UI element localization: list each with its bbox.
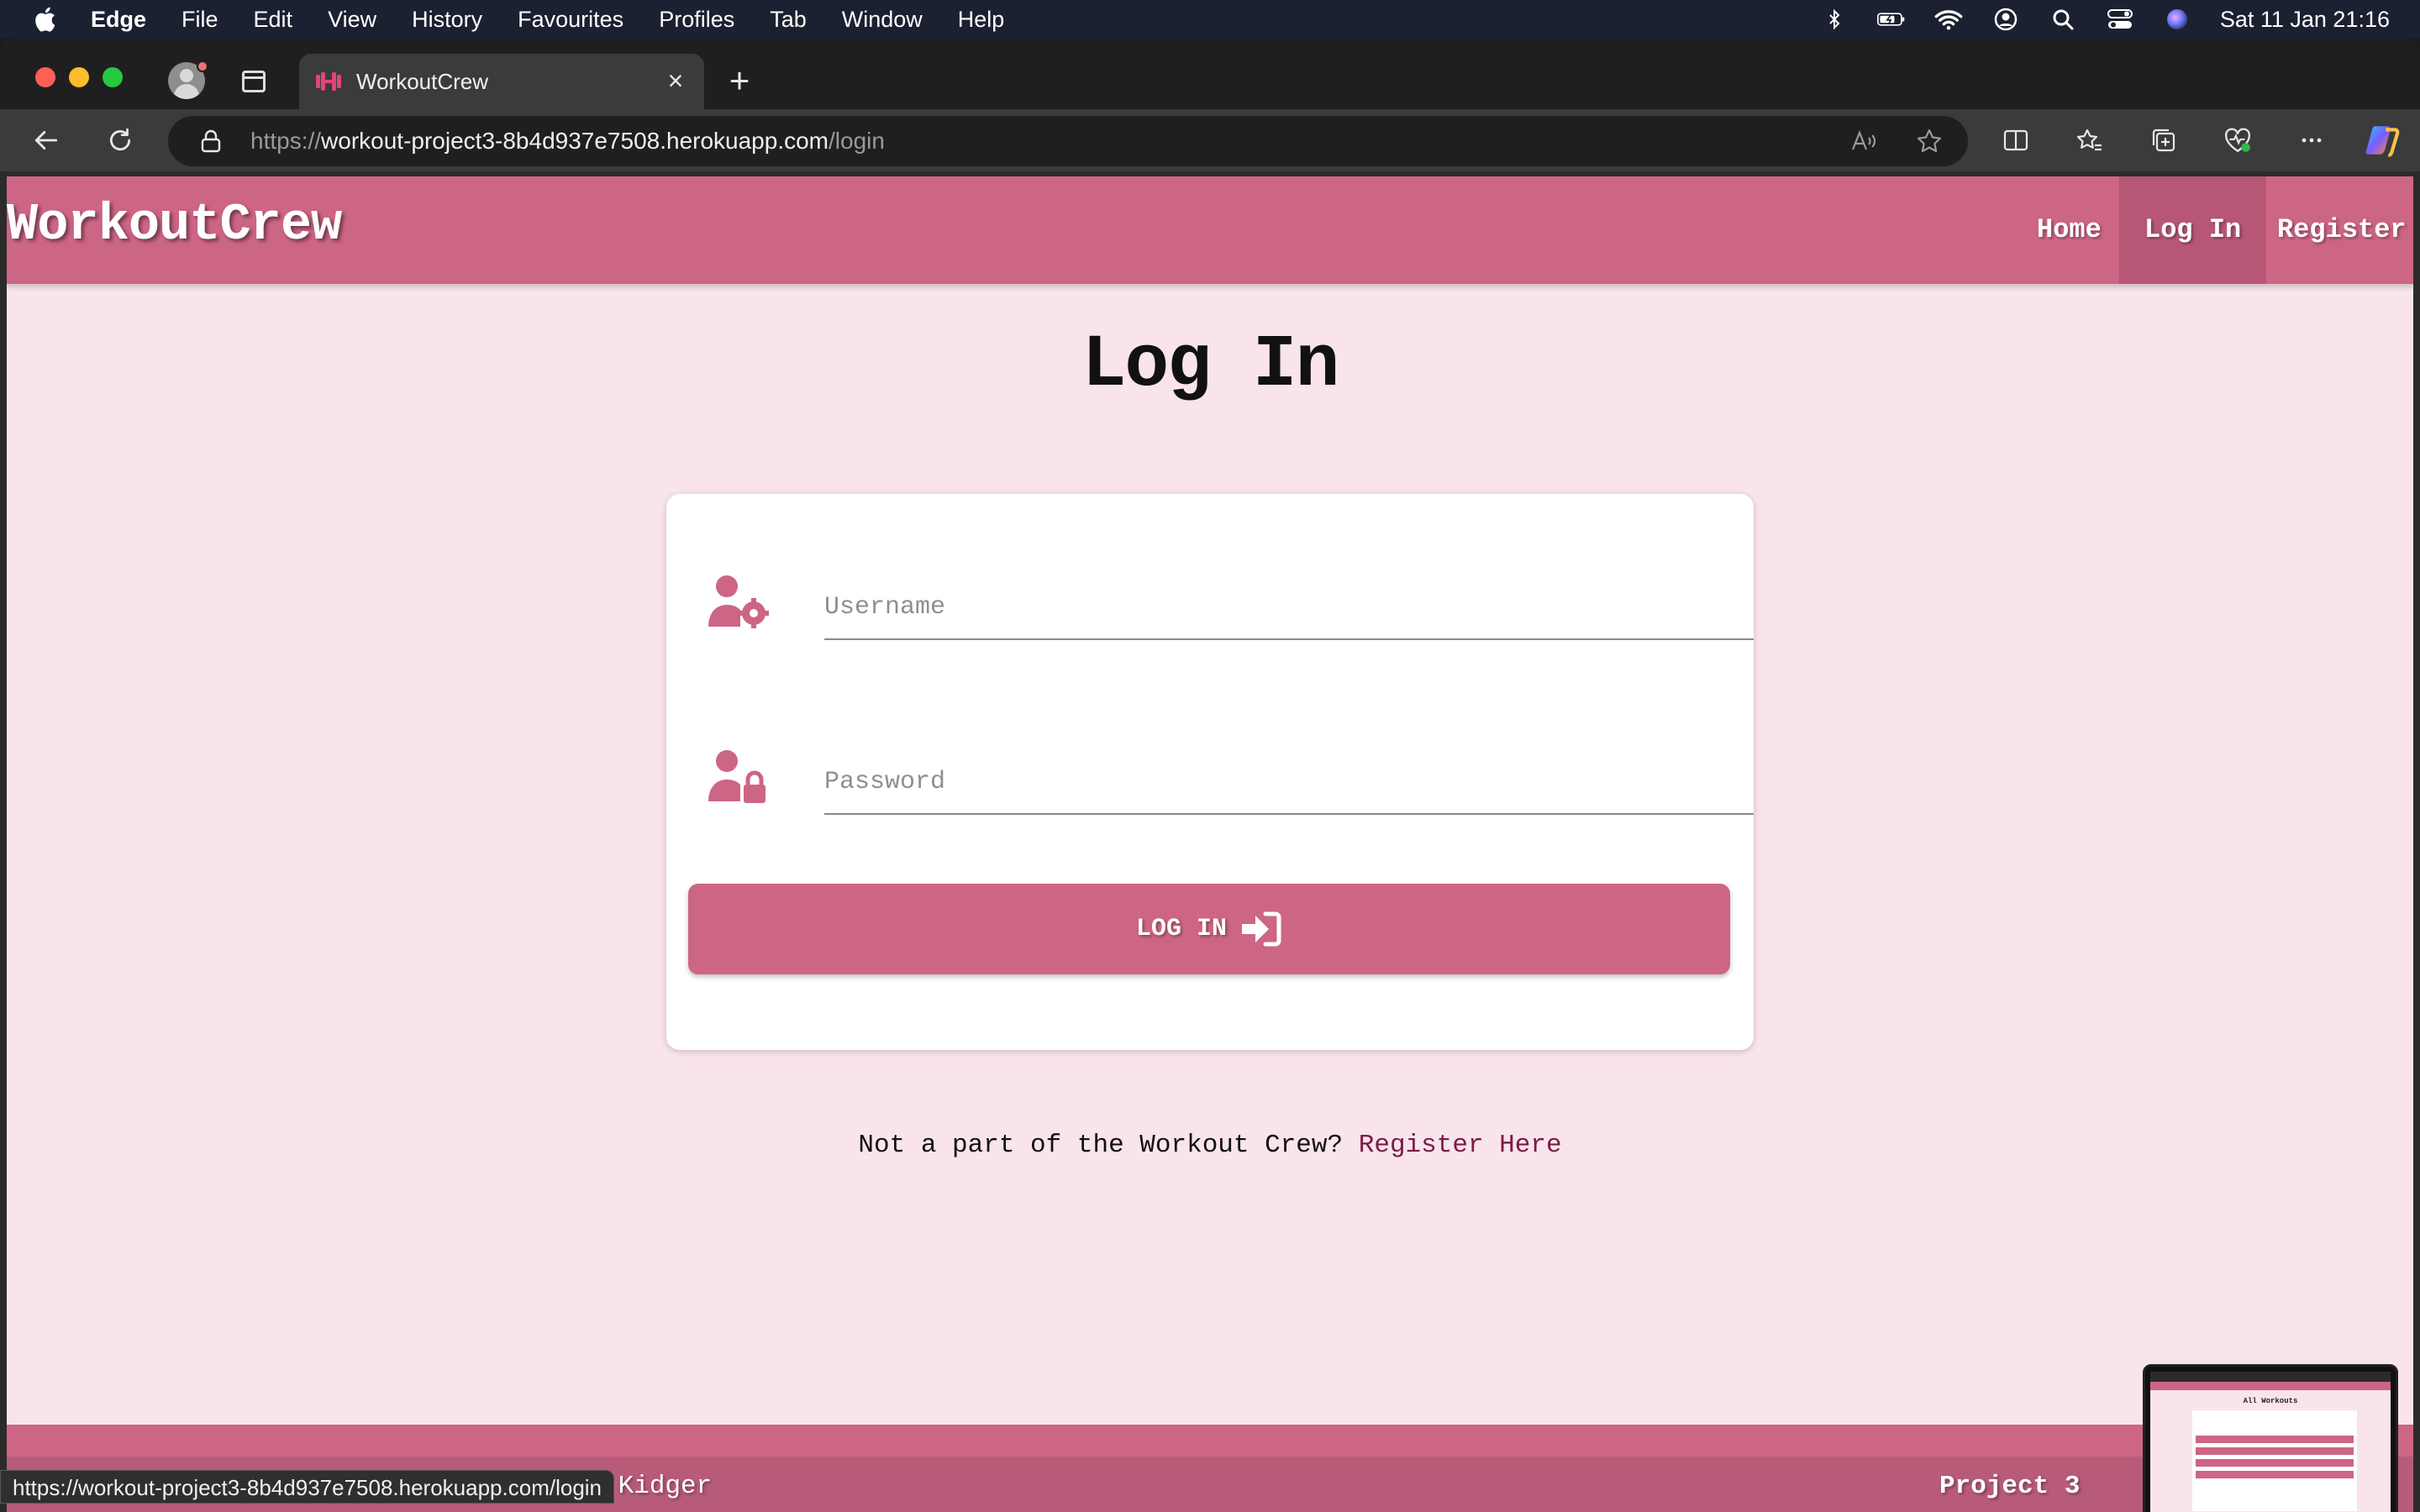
- siri-icon[interactable]: [2163, 7, 2191, 32]
- more-options-icon[interactable]: [2294, 123, 2329, 158]
- login-form-card: LOG IN: [666, 494, 1754, 1050]
- menu-view[interactable]: View: [328, 7, 376, 33]
- menu-edit[interactable]: Edit: [254, 7, 293, 33]
- url-host: workout-project3-8b4d937e7508.herokuapp.…: [321, 128, 829, 154]
- favorites-icon[interactable]: [2072, 123, 2107, 158]
- user-account-icon[interactable]: [1991, 7, 2020, 32]
- battery-icon[interactable]: [1876, 7, 1906, 32]
- menu-file[interactable]: File: [182, 7, 218, 33]
- password-field: [707, 741, 1754, 815]
- back-arrow-icon[interactable]: [27, 121, 66, 160]
- apple-logo-icon[interactable]: [32, 6, 57, 33]
- password-input[interactable]: [824, 741, 1754, 815]
- url-path: /login: [829, 128, 885, 154]
- tab-workoutcrew[interactable]: WorkoutCrew ×: [299, 54, 704, 109]
- user-lock-icon: [708, 750, 765, 803]
- menu-help[interactable]: Help: [958, 7, 1005, 33]
- favorite-star-icon[interactable]: [1914, 126, 1944, 156]
- macos-menu-bar: Edge File Edit View History Favourites P…: [0, 0, 2420, 39]
- menu-tab[interactable]: Tab: [770, 7, 807, 33]
- web-page: WorkoutCrew Home Log In Register Log In: [7, 176, 2413, 1512]
- tab-close-icon[interactable]: ×: [660, 66, 691, 96]
- user-gear-icon: [708, 575, 769, 628]
- browser-essentials-icon[interactable]: [2220, 123, 2255, 158]
- reload-icon[interactable]: [101, 121, 139, 160]
- footer-top-band: [7, 1425, 2413, 1457]
- new-tab-icon[interactable]: +: [724, 63, 755, 98]
- browser-toolbar: https://workout-project3-8b4d937e7508.he…: [0, 109, 2420, 171]
- footer-project-label: Project 3: [1939, 1472, 2081, 1501]
- split-screen-icon[interactable]: [1998, 123, 2033, 158]
- bluetooth-icon[interactable]: [1820, 7, 1849, 32]
- menubar-status-area: Sat 11 Jan 21:16: [1820, 0, 2390, 39]
- url-text[interactable]: https://workout-project3-8b4d937e7508.he…: [250, 128, 885, 155]
- window-close-button[interactable]: [35, 67, 55, 87]
- read-aloud-icon[interactable]: [1849, 126, 1879, 156]
- window-zoom-button[interactable]: [103, 67, 123, 87]
- register-here-link[interactable]: Register Here: [1359, 1131, 1562, 1160]
- login-button-label: LOG IN: [1135, 915, 1228, 943]
- site-brand-logo[interactable]: WorkoutCrew: [7, 195, 342, 255]
- window-minimize-button[interactable]: [69, 67, 89, 87]
- menu-profiles[interactable]: Profiles: [659, 7, 734, 33]
- nav-home-link[interactable]: Home: [2012, 176, 2127, 284]
- spotlight-search-icon[interactable]: [2049, 7, 2077, 32]
- page-title: Log In: [1081, 324, 1340, 407]
- thumbnail-title: All Workouts: [2243, 1397, 2298, 1405]
- control-center-icon[interactable]: [2106, 7, 2134, 32]
- link-hover-status-bar: https://workout-project3-8b4d937e7508.he…: [0, 1470, 615, 1504]
- username-input[interactable]: [824, 566, 1754, 640]
- dumbbell-favicon-icon: [316, 72, 341, 91]
- site-navbar: WorkoutCrew Home Log In Register: [7, 176, 2413, 284]
- username-field: [707, 566, 1754, 640]
- menubar-datetime[interactable]: Sat 11 Jan 21:16: [2220, 7, 2390, 33]
- window-thumbnail-preview[interactable]: All Workouts: [2143, 1364, 2398, 1512]
- address-bar[interactable]: https://workout-project3-8b4d937e7508.he…: [168, 116, 1968, 166]
- url-scheme: https://: [250, 128, 322, 154]
- nav-login-link[interactable]: Log In: [2119, 176, 2267, 284]
- lock-icon[interactable]: [200, 129, 222, 153]
- browser-window: WorkoutCrew × + https://workout-project3…: [0, 39, 2420, 1512]
- wifi-icon[interactable]: [1934, 7, 1963, 32]
- menu-app-name[interactable]: Edge: [91, 7, 146, 33]
- profile-notification-badge: [197, 60, 208, 72]
- copilot-icon[interactable]: [2365, 123, 2400, 158]
- register-prompt: Not a part of the Workout Crew? Register…: [7, 1131, 2413, 1160]
- sign-in-arrow-icon: [1242, 911, 1281, 947]
- menu-favourites[interactable]: Favourites: [518, 7, 623, 33]
- register-prompt-text: Not a part of the Workout Crew?: [858, 1131, 1344, 1160]
- tab-actions-icon[interactable]: [242, 71, 266, 92]
- tab-strip: WorkoutCrew × +: [0, 39, 2420, 109]
- menu-window[interactable]: Window: [842, 7, 923, 33]
- thumbnail-content: All Workouts: [2150, 1372, 2391, 1512]
- menu-history[interactable]: History: [412, 7, 482, 33]
- login-submit-button[interactable]: LOG IN: [688, 884, 1730, 974]
- nav-register-link[interactable]: Register: [2252, 176, 2413, 284]
- collections-icon[interactable]: [2146, 123, 2181, 158]
- tab-title: WorkoutCrew: [356, 69, 489, 94]
